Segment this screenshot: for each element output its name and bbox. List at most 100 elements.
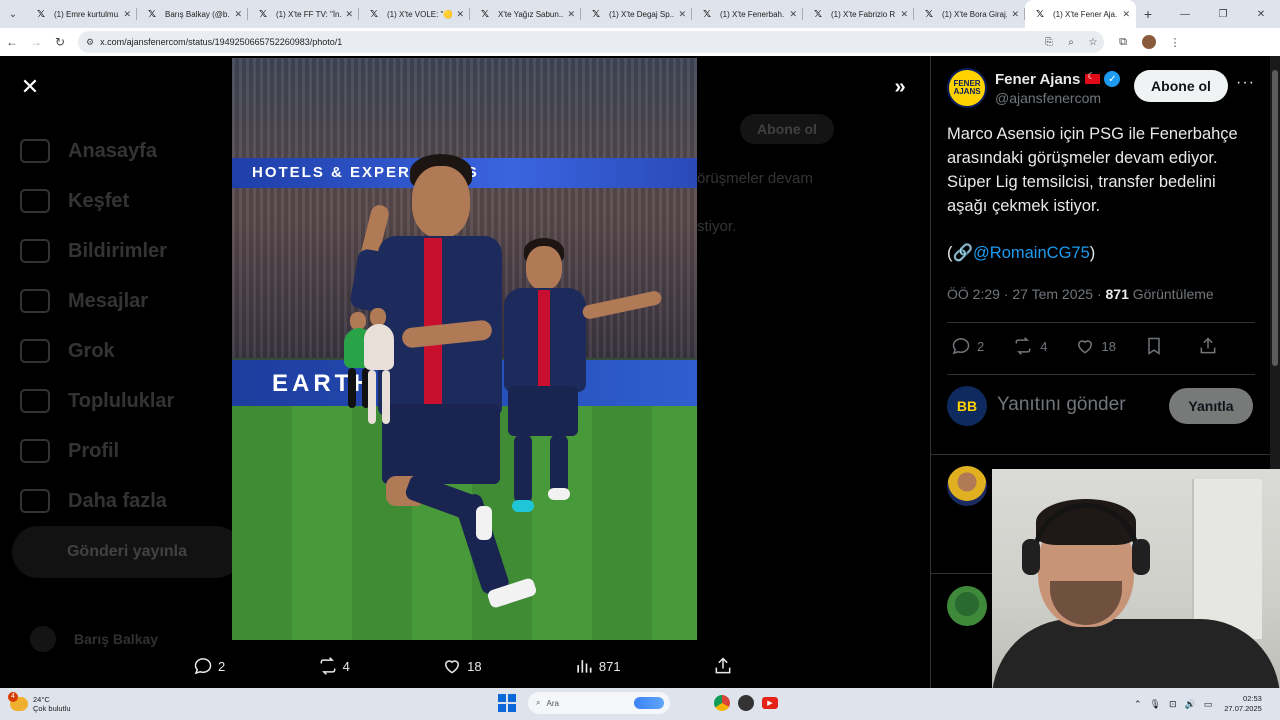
like-button[interactable]: 18 [1075,336,1116,356]
bg-tweet-text: stiyor. [697,218,737,235]
system-tray: ⌃ 🎙 ⊡ 🔊 ▭ 02:53 27.07.2025 [1130,688,1262,720]
network-icon[interactable]: ⊡ [1169,699,1177,710]
bookmark-star-icon[interactable]: ☆ [1082,37,1104,48]
minimize-icon[interactable]: — [1166,9,1204,20]
tweet-photo[interactable]: HOTELS & EXPERIENCES EARTH [232,58,697,640]
window-controls: — ❐ ✕ [1166,9,1280,20]
share-button[interactable] [1198,336,1224,356]
scrollbar-thumb[interactable] [1272,70,1278,366]
tweet-source: (🔗@RomainCG75) [947,244,1096,262]
extensions-icon[interactable]: ⧉ [1110,36,1136,49]
close-tab-icon[interactable]: ✕ [123,9,131,20]
clock[interactable]: 02:53 27.07.2025 [1224,694,1262,714]
author-handle[interactable]: @ajansfenercom [995,90,1120,106]
media-share-button[interactable] [713,656,738,676]
close-tab-icon[interactable]: ✕ [567,9,575,20]
install-app-icon[interactable]: ⎘ [1038,37,1060,48]
battery-icon[interactable]: ▭ [1204,699,1213,710]
mail-icon [20,289,50,313]
browser-tab[interactable]: 𝕏(1) X'te VOLE: "🟡...✕ [359,0,470,28]
author-avatar[interactable]: FENER AJANS [947,68,987,108]
bg-post-button-label: Gönderi yayınla [66,543,188,560]
tray-chevron-icon[interactable]: ⌃ [1134,699,1142,710]
x-logo-icon: 𝕏 [36,8,46,20]
youtube-icon[interactable]: ▶ [762,697,778,709]
url-text[interactable]: x.com/ajansfenercom/status/1949250665752… [100,37,1038,47]
browser-tab[interactable]: 𝕏 (1) X'te FF TV: "İn... ✕ [248,0,359,28]
x-logo-icon: 𝕏 [702,8,712,20]
bg-tweet-text: örüşmeler devam [697,170,813,187]
close-tab-icon[interactable]: ✕ [1122,9,1130,20]
taskbar-search[interactable]: ⌕ Ara [528,692,670,714]
media-reply-button[interactable]: 2 [193,656,225,676]
reply-avatar[interactable] [947,466,987,506]
follow-button[interactable]: Abone ol [1134,70,1228,102]
browser-tab[interactable]: 𝕏 (1) X'te Fenerbah... ✕ [692,0,803,28]
back-icon[interactable]: ← [0,35,24,49]
bg-nav-item: Topluluklar [20,376,174,426]
weather-widget[interactable]: 4 24°C Çok bulutlu [8,692,100,713]
close-window-icon[interactable]: ✕ [1242,9,1280,20]
more-circle-icon [20,489,50,513]
tweet-author[interactable]: FENER AJANS Fener Ajans ✓ @ajansfenercom [947,68,1121,108]
tweet-timestamp[interactable]: ÖÖ 2:29 · 27 Tem 2025 · [947,286,1106,302]
chrome-icon[interactable] [714,695,730,711]
reply-icon [952,338,970,355]
x-logo-icon: 𝕏 [480,8,490,20]
browser-tab[interactable]: 𝕏 (1) X'te Bora Giraj... ✕ [914,0,1025,28]
x-logo-icon: 𝕏 [813,8,823,20]
close-tab-icon[interactable]: ✕ [1011,9,1019,20]
repost-button[interactable]: 4 [1012,336,1047,356]
reload-icon[interactable]: ↻ [48,35,72,49]
x-logo-icon: 𝕏 [369,8,379,20]
address-bar[interactable]: ⚙ x.com/ajansfenercom/status/19492506657… [78,31,1104,53]
author-display-name[interactable]: Fener Ajans [995,71,1080,88]
views-count: 871 [1105,286,1129,302]
verified-badge-icon: ✓ [1104,71,1121,87]
media-views-button[interactable]: 871 [574,656,621,676]
forward-icon[interactable]: → [24,35,48,49]
media-like-button[interactable]: 18 [442,656,482,676]
close-viewer-icon[interactable]: ✕ [18,76,42,100]
close-tab-icon[interactable]: ✕ [456,9,464,20]
source-mention-link[interactable]: @RomainCG75 [973,244,1090,262]
browser-tab-active[interactable]: 𝕏 (1) X'te Fener Aja... ✕ [1025,0,1136,28]
close-tab-icon[interactable]: ✕ [900,9,908,20]
browser-menu-icon[interactable]: ⋮ [1162,36,1188,49]
close-tab-icon[interactable]: ✕ [345,9,353,20]
browser-tab[interactable]: 𝕏 (1) X'te Degaj Sp... ✕ [581,0,692,28]
zoom-icon[interactable]: ⌕ [1060,37,1082,48]
media-repost-button[interactable]: 4 [318,656,350,676]
tab-search-chevron-icon[interactable]: ⌄ [0,0,26,28]
reply-avatar[interactable] [947,586,987,626]
volume-icon[interactable]: 🔊 [1185,699,1196,710]
task-view-icon[interactable]: ▪ [684,692,706,714]
profile-avatar[interactable] [1142,35,1156,49]
site-info-icon[interactable]: ⚙ [86,37,94,48]
bookmark-button[interactable] [1144,336,1170,356]
browser-tab[interactable]: 𝕏 (1) Emre kurtulmu... ✕ [26,0,137,28]
views-label: Görüntüleme [1128,286,1214,302]
browser-tab[interactable]: 𝕏 Barış Balkay (@b... ✕ [137,0,248,28]
background-nav: Anasayfa Keşfet Bildirimler Mesajlar Gro… [20,126,174,526]
more-options-icon[interactable]: ··· [1236,74,1255,92]
expand-panel-icon[interactable]: » [888,76,912,100]
restore-icon[interactable]: ❐ [1204,9,1242,20]
close-tab-icon[interactable]: ✕ [234,9,242,20]
search-highlight-image [634,697,664,709]
tweet-text: Marco Asensio için PSG ile Fenerbahçe ar… [947,125,1238,215]
reply-input[interactable]: Yanıtını gönder [997,394,1126,416]
close-tab-icon[interactable]: ✕ [789,9,797,20]
heart-icon [1078,340,1093,354]
obs-icon[interactable] [738,695,754,711]
close-tab-icon[interactable]: ✕ [678,9,686,20]
bg-nav-item: Grok [20,326,174,376]
browser-tab[interactable]: 𝕏 X'te Yağız Sabun... ✕ [470,0,581,28]
browser-tab[interactable]: 𝕏 (1) X'te Fabrizio R... ✕ [803,0,914,28]
windows-start-icon[interactable] [498,694,516,712]
new-tab-button[interactable]: + [1136,6,1160,22]
reply-button[interactable]: 2 [951,336,984,356]
reply-submit-button[interactable]: Yanıtla [1169,388,1253,424]
mic-icon[interactable]: 🎙 [1150,699,1161,710]
divider [931,454,1271,455]
